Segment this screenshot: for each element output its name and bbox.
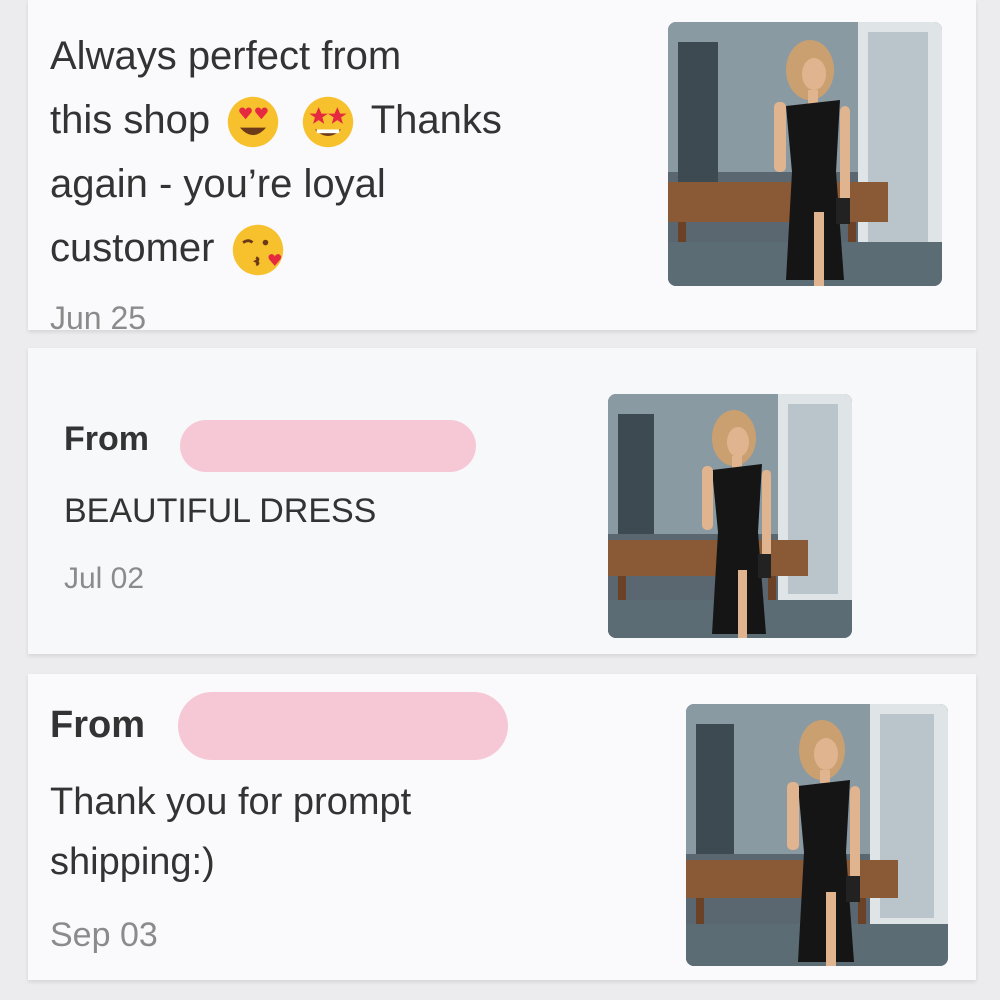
message-line: this shop Thanks bbox=[50, 88, 502, 152]
review-from: From bbox=[64, 420, 149, 459]
from-label: From bbox=[64, 420, 149, 458]
review-message: Always perfect from this shop Thanks aga… bbox=[50, 24, 502, 280]
review-card[interactable]: From Thank you for prompt shipping:) Sep… bbox=[28, 674, 976, 980]
message-line: Thank you for prompt bbox=[50, 781, 412, 823]
star-struck-icon bbox=[300, 94, 356, 150]
kissing-heart-icon bbox=[230, 222, 286, 278]
review-from: From bbox=[50, 704, 145, 747]
review-date: Sep 03 bbox=[50, 916, 158, 954]
message-line: Always perfect from bbox=[50, 34, 402, 78]
message-line: shipping:) bbox=[50, 841, 215, 883]
message-line: customer bbox=[50, 216, 502, 280]
review-message: BEAUTIFUL DRESS bbox=[64, 492, 377, 530]
redacted-name bbox=[178, 692, 508, 760]
heart-eyes-icon bbox=[225, 94, 281, 150]
product-photo[interactable] bbox=[686, 704, 948, 966]
product-photo[interactable] bbox=[608, 394, 852, 638]
from-label: From bbox=[50, 704, 145, 746]
review-date: Jun 25 bbox=[50, 300, 147, 330]
review-card[interactable]: Always perfect from this shop Thanks aga… bbox=[28, 0, 976, 330]
product-photo[interactable] bbox=[668, 22, 942, 286]
review-card[interactable]: From BEAUTIFUL DRESS Jul 02 bbox=[28, 348, 976, 654]
redacted-name bbox=[180, 420, 476, 472]
review-date: Jul 02 bbox=[64, 562, 145, 595]
message-line: again - you’re loyal bbox=[50, 162, 386, 206]
review-message: Thank you for prompt shipping:) bbox=[50, 772, 411, 892]
